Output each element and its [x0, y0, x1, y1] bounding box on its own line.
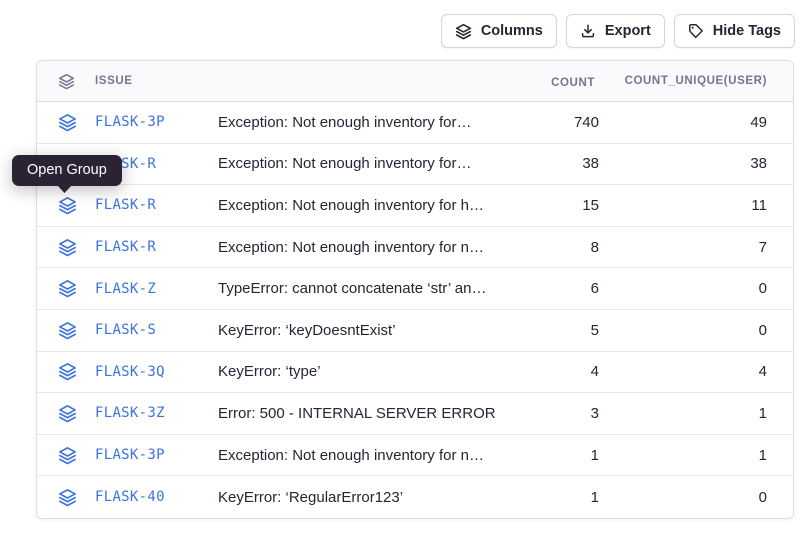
table-row: FLASK-R Exception: Not enough inventory … — [37, 185, 793, 227]
stack-icon — [455, 23, 472, 40]
columns-button-label: Columns — [481, 23, 543, 39]
issue-count-unique: 4 — [599, 363, 793, 380]
issue-id-link[interactable]: FLASK-S — [81, 322, 218, 338]
issue-count-unique: 11 — [599, 197, 793, 214]
issue-count-unique: 0 — [599, 489, 793, 506]
issue-count: 8 — [519, 239, 599, 256]
open-group-cell — [37, 446, 81, 465]
open-group-tooltip: Open Group — [12, 155, 122, 186]
issue-count-unique: 1 — [599, 405, 793, 422]
header-count[interactable]: COUNT↓ — [519, 74, 599, 89]
download-icon — [580, 23, 596, 39]
issue-count: 5 — [519, 322, 599, 339]
open-group-stack-icon[interactable] — [58, 279, 77, 298]
issue-id-link[interactable]: FLASK-40 — [81, 489, 218, 505]
issue-title: Exception: Not enough inventory for n… — [218, 447, 519, 464]
issue-title: Exception: Not enough inventory for… — [218, 114, 519, 131]
open-group-stack-icon[interactable] — [58, 321, 77, 340]
stack-icon — [58, 73, 75, 90]
issue-title: Exception: Not enough inventory for n… — [218, 239, 519, 256]
open-group-cell — [37, 404, 81, 423]
table-row: FLASK-R Exception: Not enough inventory … — [37, 144, 793, 186]
issue-count: 15 — [519, 197, 599, 214]
issue-count: 38 — [519, 155, 599, 172]
hide-tags-button[interactable]: Hide Tags — [674, 14, 795, 48]
table-row: FLASK-R Exception: Not enough inventory … — [37, 227, 793, 269]
issue-title: KeyError: ‘keyDoesntExist’ — [218, 322, 519, 339]
table-header-row: ISSUE COUNT↓ COUNT_UNIQUE(USER) — [37, 61, 793, 102]
issue-title: Error: 500 - INTERNAL SERVER ERROR — [218, 405, 519, 422]
issue-id-link[interactable]: FLASK-R — [81, 197, 218, 213]
table-row: FLASK-Z TypeError: cannot concatenate ‘s… — [37, 268, 793, 310]
open-group-stack-icon[interactable] — [58, 113, 77, 132]
issue-id-link[interactable]: FLASK-3Q — [81, 364, 218, 380]
tag-icon — [688, 23, 704, 39]
issue-count: 1 — [519, 447, 599, 464]
table-row: FLASK-3Q KeyError: ‘type’ 4 4 — [37, 352, 793, 394]
issue-id-link[interactable]: FLASK-3Z — [81, 405, 218, 421]
table-row: FLASK-3P Exception: Not enough inventory… — [37, 102, 793, 144]
table-body: FLASK-3P Exception: Not enough inventory… — [37, 102, 793, 518]
issue-count: 3 — [519, 405, 599, 422]
issue-count-unique: 0 — [599, 280, 793, 297]
issue-count: 740 — [519, 114, 599, 131]
open-group-stack-icon[interactable] — [58, 446, 77, 465]
columns-button[interactable]: Columns — [441, 14, 557, 48]
open-group-cell — [37, 362, 81, 381]
open-group-cell — [37, 238, 81, 257]
hide-tags-button-label: Hide Tags — [713, 23, 781, 39]
header-issue-cell[interactable] — [37, 73, 81, 90]
table-row: FLASK-3Z Error: 500 - INTERNAL SERVER ER… — [37, 393, 793, 435]
issue-count-unique: 49 — [599, 114, 793, 131]
open-group-stack-icon[interactable] — [58, 488, 77, 507]
open-group-cell — [37, 113, 81, 132]
header-count-label: COUNT — [551, 77, 595, 89]
open-group-stack-icon[interactable] — [58, 238, 77, 257]
open-group-stack-icon[interactable] — [58, 404, 77, 423]
issue-id-link[interactable]: FLASK-R — [81, 239, 218, 255]
issue-title: TypeError: cannot concatenate ‘str’ an… — [218, 280, 519, 297]
issue-id-link[interactable]: FLASK-3P — [81, 114, 218, 130]
issue-count: 4 — [519, 363, 599, 380]
table-row: FLASK-S KeyError: ‘keyDoesntExist’ 5 0 — [37, 310, 793, 352]
header-issue-label[interactable]: ISSUE — [81, 75, 218, 87]
issue-count-unique: 38 — [599, 155, 793, 172]
issue-count: 1 — [519, 489, 599, 506]
issue-count-unique: 1 — [599, 447, 793, 464]
export-button-label: Export — [605, 23, 651, 39]
table-row: FLASK-40 KeyError: ‘RegularError123’ 1 0 — [37, 476, 793, 518]
open-group-cell — [37, 196, 81, 215]
issue-id-link[interactable]: FLASK-3P — [81, 447, 218, 463]
open-group-cell — [37, 321, 81, 340]
open-group-tooltip-label: Open Group — [27, 162, 107, 178]
header-count-unique[interactable]: COUNT_UNIQUE(USER) — [599, 75, 793, 87]
open-group-stack-icon[interactable] — [58, 362, 77, 381]
issue-title: KeyError: ‘RegularError123’ — [218, 489, 519, 506]
issue-id-link[interactable]: FLASK-Z — [81, 281, 218, 297]
open-group-cell — [37, 279, 81, 298]
issue-count: 6 — [519, 280, 599, 297]
issue-title: Exception: Not enough inventory for… — [218, 155, 519, 172]
table-row: FLASK-3P Exception: Not enough inventory… — [37, 435, 793, 477]
open-group-cell — [37, 488, 81, 507]
issue-count-unique: 0 — [599, 322, 793, 339]
results-table: ISSUE COUNT↓ COUNT_UNIQUE(USER) FLASK-3P… — [36, 60, 794, 519]
toolbar: Columns Export Hide Tags — [441, 14, 795, 48]
export-button[interactable]: Export — [566, 14, 665, 48]
issue-title: KeyError: ‘type’ — [218, 363, 519, 380]
issue-count-unique: 7 — [599, 239, 793, 256]
issue-title: Exception: Not enough inventory for h… — [218, 197, 519, 214]
open-group-stack-icon[interactable] — [58, 196, 77, 215]
